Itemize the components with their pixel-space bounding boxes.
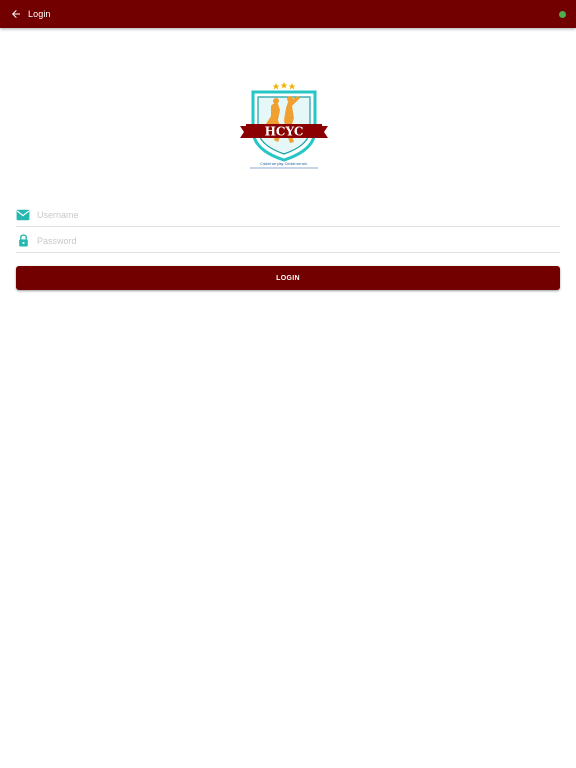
arrow-left-icon [12,10,20,18]
app-bar: Login [0,0,576,28]
status-indicator [559,11,566,18]
password-field-row [16,229,560,253]
logo-text: HCYC [265,125,304,139]
mail-icon [16,208,30,222]
hcyc-logo: HCYC Cricket we play. Cricket we win. [238,80,330,172]
username-input[interactable] [37,209,560,220]
username-field-row [16,203,560,227]
logo-tagline: Cricket we play. Cricket we win. [260,162,307,166]
lock-icon [16,234,30,248]
login-button[interactable]: LOGIN [16,266,560,290]
password-input[interactable] [37,235,560,246]
page-title: Login [28,9,51,19]
back-button[interactable] [6,4,26,24]
